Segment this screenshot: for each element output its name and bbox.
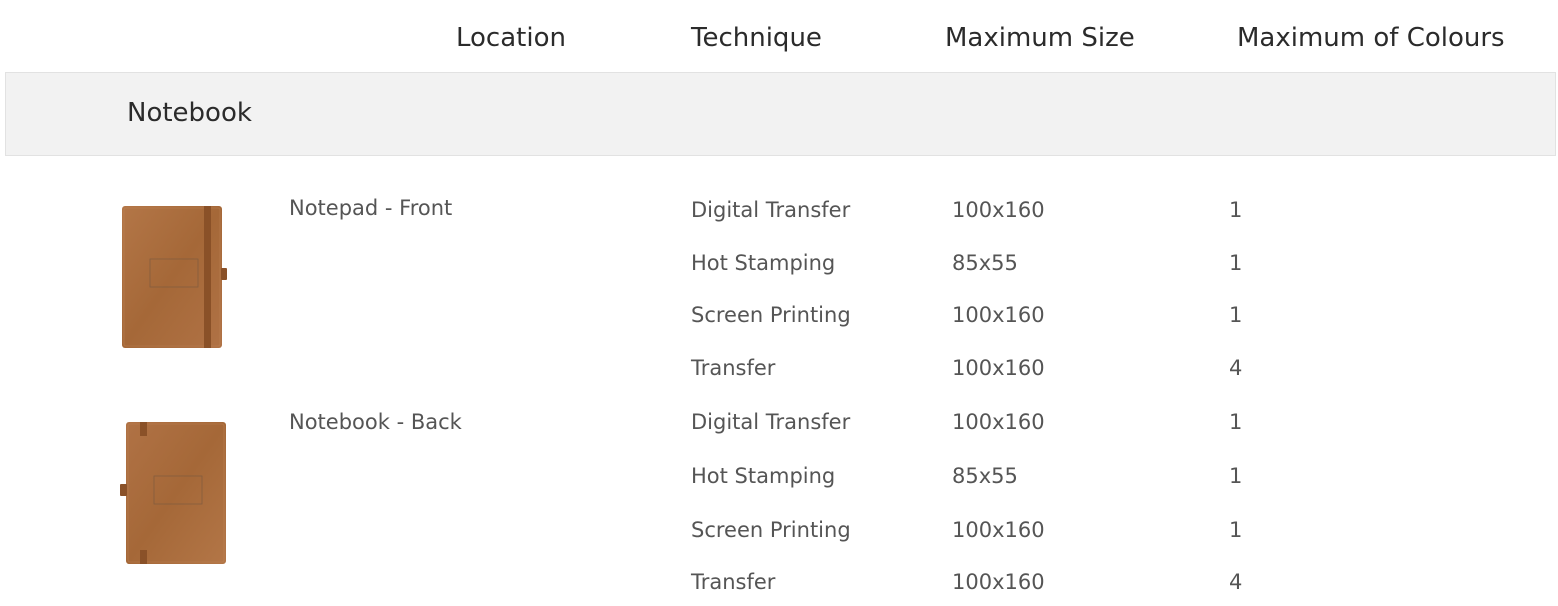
location-name: Notebook - Back bbox=[289, 410, 462, 434]
size-cell: 100x160 bbox=[952, 518, 1045, 542]
technique-cell: Transfer bbox=[691, 356, 776, 380]
colours-cell: 1 bbox=[1229, 251, 1243, 275]
size-cell: 85x55 bbox=[952, 464, 1018, 488]
size-cell: 85x55 bbox=[952, 251, 1018, 275]
colours-cell: 4 bbox=[1229, 570, 1243, 594]
size-cell: 100x160 bbox=[952, 410, 1045, 434]
size-cell: 100x160 bbox=[952, 198, 1045, 222]
colours-cell: 1 bbox=[1229, 410, 1243, 434]
location-name: Notepad - Front bbox=[289, 196, 453, 220]
technique-cell: Screen Printing bbox=[691, 518, 851, 542]
size-cell: 100x160 bbox=[952, 570, 1045, 594]
technique-cell: Hot Stamping bbox=[691, 251, 836, 275]
header-location: Location bbox=[456, 23, 566, 53]
notebook-front-image bbox=[122, 206, 227, 348]
notebook-back-image bbox=[120, 422, 226, 564]
size-cell: 100x160 bbox=[952, 356, 1045, 380]
technique-cell: Hot Stamping bbox=[691, 464, 836, 488]
group-header-notebook: Notebook bbox=[5, 72, 1556, 156]
header-max-colours: Maximum of Colours bbox=[1237, 23, 1505, 53]
colours-cell: 1 bbox=[1229, 303, 1243, 327]
group-title: Notebook bbox=[127, 98, 252, 128]
technique-cell: Screen Printing bbox=[691, 303, 851, 327]
colours-cell: 1 bbox=[1229, 198, 1243, 222]
colours-cell: 1 bbox=[1229, 518, 1243, 542]
table-header: Location Technique Maximum Size Maximum … bbox=[0, 0, 1558, 72]
technique-cell: Transfer bbox=[691, 570, 776, 594]
technique-cell: Digital Transfer bbox=[691, 198, 851, 222]
colours-cell: 4 bbox=[1229, 356, 1243, 380]
technique-cell: Digital Transfer bbox=[691, 410, 851, 434]
size-cell: 100x160 bbox=[952, 303, 1045, 327]
header-max-size: Maximum Size bbox=[945, 23, 1135, 53]
colours-cell: 1 bbox=[1229, 464, 1243, 488]
header-technique: Technique bbox=[691, 23, 822, 53]
